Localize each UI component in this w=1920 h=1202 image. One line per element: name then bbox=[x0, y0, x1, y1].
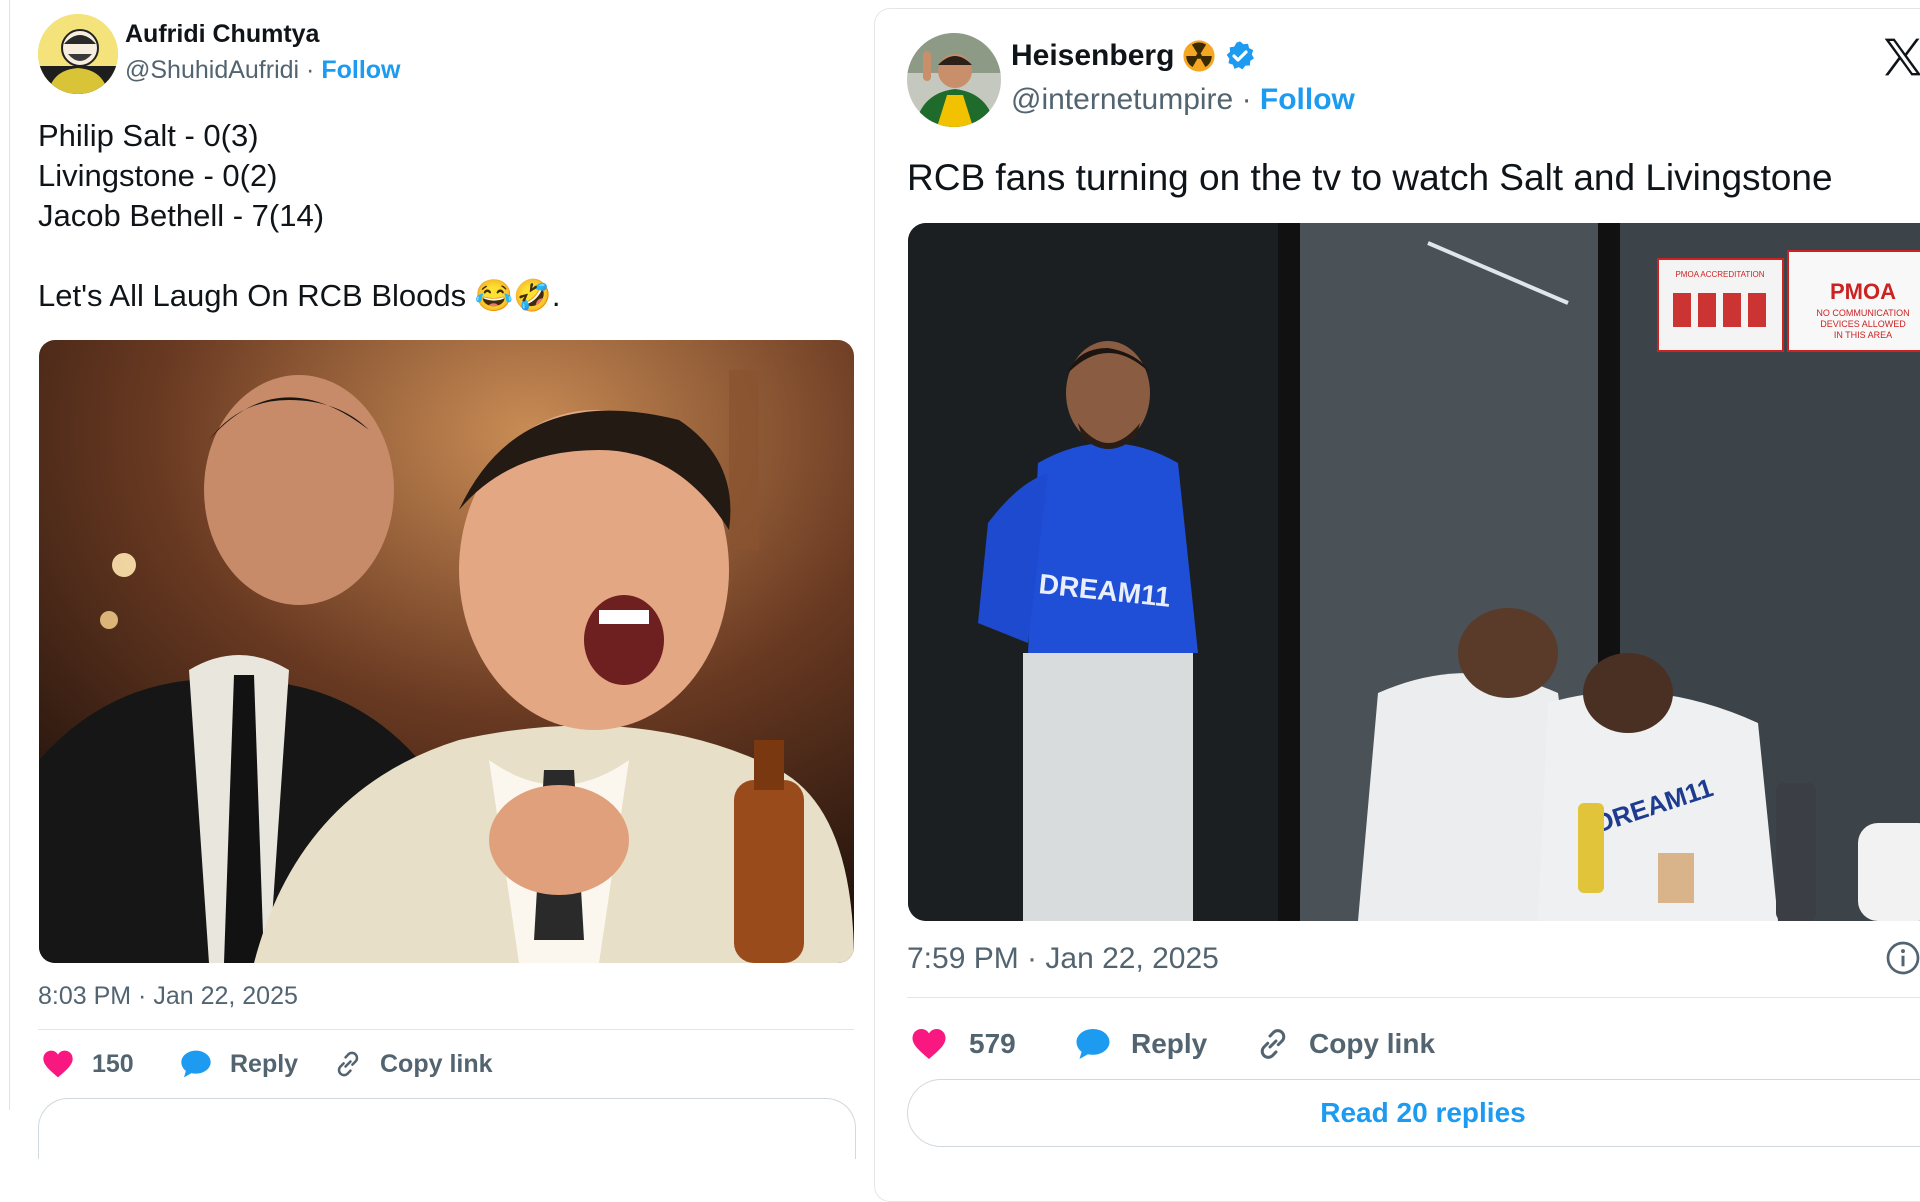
divider bbox=[907, 997, 1920, 998]
read-replies-button-partial[interactable] bbox=[38, 1098, 856, 1159]
heart-icon bbox=[912, 1029, 946, 1059]
reply-label: Reply bbox=[1131, 1028, 1208, 1059]
reply-button[interactable]: Reply bbox=[180, 1049, 298, 1079]
heart-icon bbox=[43, 1050, 73, 1078]
follow-button[interactable]: Follow bbox=[1260, 83, 1355, 116]
tweet-text: RCB fans turning on the tv to watch Salt… bbox=[907, 157, 1833, 198]
like-button[interactable]: 150 bbox=[42, 1049, 134, 1079]
separator-dot: · bbox=[306, 56, 315, 84]
follow-button[interactable]: Follow bbox=[321, 56, 400, 84]
like-button[interactable]: 579 bbox=[911, 1026, 1016, 1062]
avatar[interactable] bbox=[907, 33, 1001, 127]
tweet-image[interactable]: PMOA ACCREDITATION PMOA NO COMMUNICATION… bbox=[908, 223, 1920, 921]
separator-dot: · bbox=[1241, 83, 1252, 116]
like-count: 150 bbox=[92, 1049, 134, 1078]
link-icon bbox=[1260, 1029, 1286, 1059]
tweet-timestamp[interactable]: 8:03 PM · Jan 22, 2025 bbox=[38, 982, 298, 1011]
meme-image bbox=[39, 340, 854, 963]
sign-line-2: DEVICES ALLOWED bbox=[1820, 319, 1906, 329]
author-name[interactable]: Aufridi Chumtya bbox=[125, 20, 319, 49]
author-handle[interactable]: @internetumpire bbox=[1011, 83, 1233, 116]
author-name-row: Heisenberg bbox=[1011, 39, 1256, 73]
sign-text-left: PMOA ACCREDITATION bbox=[1675, 270, 1764, 279]
reply-bubble-icon bbox=[1076, 1029, 1110, 1059]
dressing-room-photo: PMOA ACCREDITATION PMOA NO COMMUNICATION… bbox=[908, 223, 1920, 921]
verified-badge-icon[interactable] bbox=[1224, 40, 1256, 72]
author-handle-row: @ShuhidAufridi · Follow bbox=[125, 56, 400, 85]
reply-button[interactable]: Reply bbox=[1075, 1026, 1207, 1062]
link-icon bbox=[337, 1051, 359, 1077]
tweet-timestamp[interactable]: 7:59 PM · Jan 22, 2025 bbox=[907, 942, 1219, 976]
sign-line-1: NO COMMUNICATION bbox=[1816, 308, 1909, 318]
reply-bubble-icon bbox=[181, 1050, 211, 1078]
copy-link-label: Copy link bbox=[380, 1049, 493, 1078]
sign-line-3: IN THIS AREA bbox=[1834, 330, 1892, 340]
author-handle[interactable]: @ShuhidAufridi bbox=[125, 56, 299, 84]
read-replies-button[interactable]: Read 20 replies bbox=[907, 1079, 1920, 1147]
tweet-card-right: Heisenberg @internetumpire · Follow RCB … bbox=[874, 8, 1920, 1202]
avatar-image bbox=[38, 14, 118, 94]
copy-link-label: Copy link bbox=[1309, 1028, 1436, 1059]
author-name[interactable]: Heisenberg bbox=[1011, 39, 1174, 73]
read-replies-label: Read 20 replies bbox=[1320, 1097, 1526, 1128]
copy-link-button[interactable]: Copy link bbox=[1255, 1026, 1435, 1062]
avatar[interactable] bbox=[38, 14, 118, 94]
tweet-card-left: Aufridi Chumtya @ShuhidAufridi · Follow … bbox=[9, 0, 856, 1159]
copy-link-button[interactable]: Copy link bbox=[332, 1049, 493, 1079]
sign-heading: PMOA bbox=[1830, 279, 1896, 304]
like-count: 579 bbox=[969, 1028, 1016, 1059]
tweet-image[interactable] bbox=[39, 340, 854, 963]
reply-label: Reply bbox=[230, 1049, 299, 1078]
radioactive-icon bbox=[1183, 40, 1215, 72]
tweet-text: Philip Salt - 0(3) Livingstone - 0(2) Ja… bbox=[38, 118, 561, 313]
avatar-image bbox=[907, 33, 1001, 127]
x-logo-icon[interactable] bbox=[1881, 35, 1920, 84]
divider bbox=[38, 1029, 854, 1030]
info-icon[interactable] bbox=[1885, 940, 1920, 981]
author-handle-row: @internetumpire · Follow bbox=[1011, 83, 1355, 117]
